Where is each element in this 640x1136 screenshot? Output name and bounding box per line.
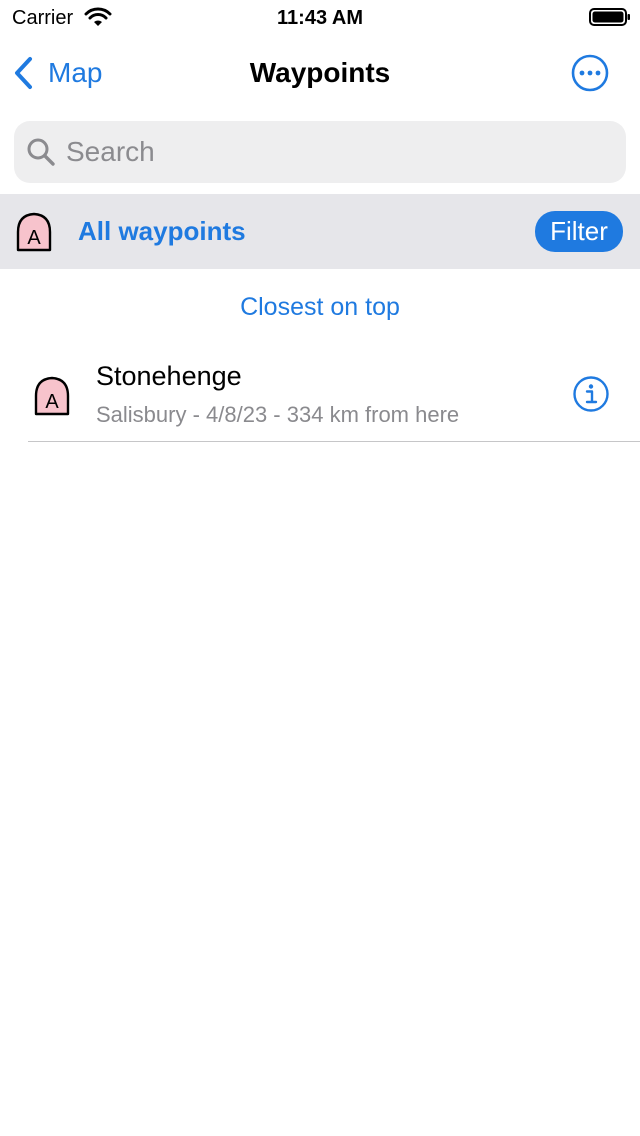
page-title: Waypoints xyxy=(249,57,391,88)
sort-order-button[interactable]: Closest on top xyxy=(0,291,640,323)
battery-icon xyxy=(589,8,630,26)
filter-button[interactable]: Filter xyxy=(535,211,623,252)
list-divider xyxy=(28,441,640,442)
search-field[interactable] xyxy=(14,121,626,183)
filter-selection-label[interactable]: All waypoints xyxy=(78,214,246,248)
waypoint-title: Stonehenge xyxy=(96,361,242,391)
info-circle-icon[interactable] xyxy=(572,375,610,413)
waypoint-list-item[interactable]: A Stonehenge Salisbury - 4/8/23 - 334 km… xyxy=(0,345,640,442)
waypoint-marker-icon: A xyxy=(16,212,52,252)
search-input[interactable] xyxy=(66,132,606,172)
waypoint-marker-letter: A xyxy=(27,227,41,249)
filter-bar: A All waypoints Filter xyxy=(0,194,640,269)
waypoint-subtitle: Salisbury - 4/8/23 - 334 km from here xyxy=(96,402,460,427)
status-time: 11:43 AM xyxy=(277,7,363,29)
waypoint-marker-letter: A xyxy=(45,391,59,413)
ellipsis-circle-icon[interactable] xyxy=(570,53,610,93)
waypoint-marker-icon: A xyxy=(34,376,70,416)
search-icon xyxy=(27,138,55,166)
status-bar: Carrier 11:43 AM xyxy=(0,0,640,40)
navigation-bar: Map Waypoints xyxy=(0,40,640,106)
